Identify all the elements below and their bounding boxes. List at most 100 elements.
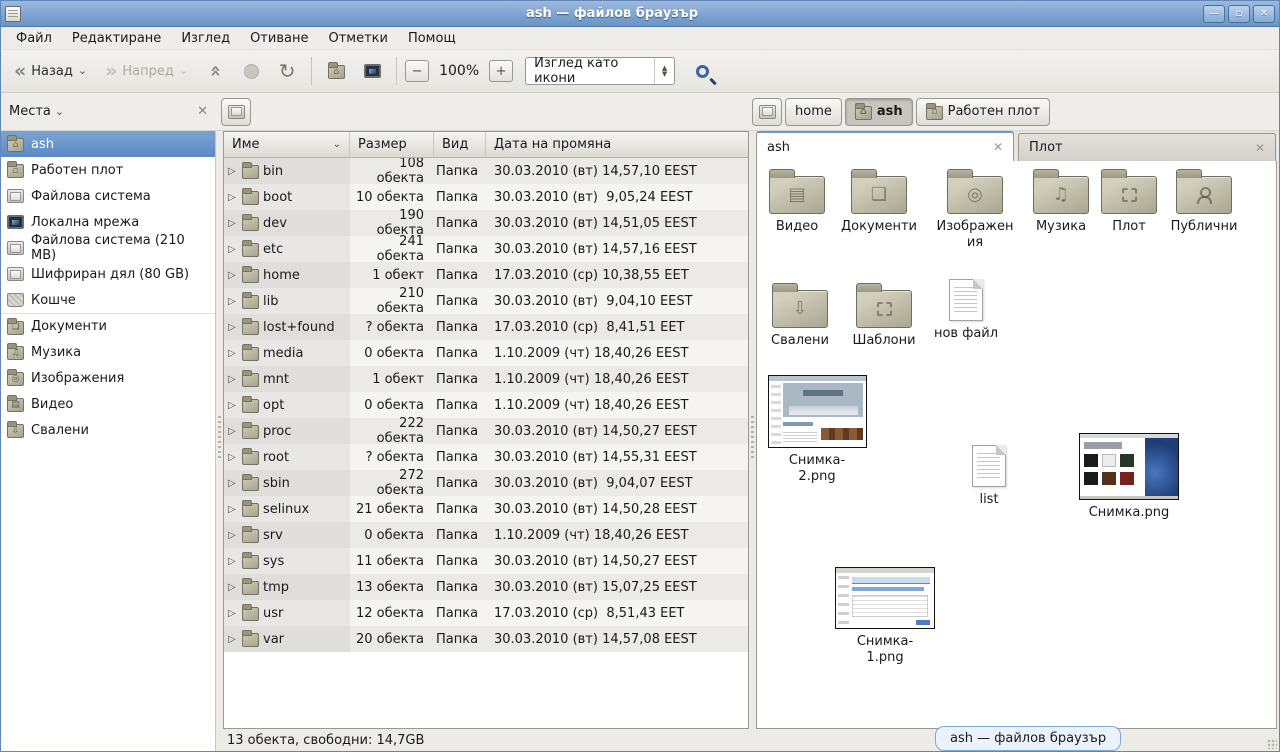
expander-icon[interactable]: ▷ bbox=[228, 530, 238, 541]
column-header-size[interactable]: Размер bbox=[350, 132, 434, 158]
table-row[interactable]: ▷ lost+found ? обекта Папка 17.03.2010 (… bbox=[224, 314, 748, 340]
folder-item-downloads[interactable]: ⇩ Свалени bbox=[760, 281, 840, 349]
expander-icon[interactable]: ▷ bbox=[228, 556, 238, 567]
expander-icon[interactable]: ▷ bbox=[228, 348, 238, 359]
table-row[interactable]: ▷ selinux 21 обекта Папка 30.03.2010 (вт… bbox=[224, 496, 748, 522]
column-header-date[interactable]: Дата на промяна bbox=[486, 132, 748, 158]
sidebar-item-музика[interactable]: ♫ Музика bbox=[1, 339, 215, 365]
tab-desktop[interactable]: Плот ✕ bbox=[1018, 133, 1276, 161]
sidebar-item-кошче[interactable]: Кошче bbox=[1, 287, 215, 313]
close-button[interactable]: ✕ bbox=[1253, 5, 1275, 23]
expander-icon[interactable]: ▷ bbox=[228, 270, 238, 281]
table-row[interactable]: ▷ opt 0 обекта Папка 1.10.2009 (чт) 18,4… bbox=[224, 392, 748, 418]
taskbar-window-button[interactable]: ash — файлов браузър bbox=[935, 726, 1121, 751]
crumb-home[interactable]: home bbox=[785, 98, 842, 126]
menu-help[interactable]: Помощ bbox=[399, 28, 465, 49]
menu-edit[interactable]: Редактиране bbox=[63, 28, 170, 49]
folder-item-documents[interactable]: ❏ Документи bbox=[835, 167, 923, 235]
sidebar-item-ash[interactable]: ⌂ ash bbox=[1, 131, 215, 157]
computer-button[interactable] bbox=[356, 55, 388, 87]
expander-icon[interactable]: ▷ bbox=[228, 582, 238, 593]
expander-icon[interactable]: ▷ bbox=[228, 426, 238, 437]
pane-splitter[interactable] bbox=[749, 131, 756, 729]
pane-splitter[interactable] bbox=[216, 131, 223, 751]
expander-icon[interactable]: ▷ bbox=[228, 608, 238, 619]
expander-icon[interactable]: ▷ bbox=[228, 634, 238, 645]
sidebar-item-изображения[interactable]: ◎ Изображения bbox=[1, 365, 215, 391]
reload-button[interactable]: ↻ bbox=[271, 55, 303, 87]
back-button[interactable]: « Назад ⌄ bbox=[7, 60, 94, 83]
image-item-snimka2[interactable]: Снимка-2.png bbox=[767, 375, 867, 486]
table-row[interactable]: ▷ home 1 обект Папка 17.03.2010 (ср) 10,… bbox=[224, 262, 748, 288]
sidebar-title-caret-icon[interactable]: ⌄ bbox=[55, 105, 64, 118]
folder-item-templates[interactable]: Шаблони bbox=[844, 281, 924, 349]
sidebar-item-видео[interactable]: ▤ Видео bbox=[1, 391, 215, 417]
folder-item-pictures[interactable]: ◎ Изображения bbox=[933, 167, 1017, 252]
table-row[interactable]: ▷ lib 210 обекта Папка 30.03.2010 (вт) 9… bbox=[224, 288, 748, 314]
table-row[interactable]: ▷ sys 11 обекта Папка 30.03.2010 (вт) 14… bbox=[224, 548, 748, 574]
titlebar[interactable]: ash — файлов браузър — ▫ ✕ bbox=[1, 1, 1279, 27]
tab-close-icon[interactable]: ✕ bbox=[1255, 141, 1265, 155]
expander-icon[interactable]: ▷ bbox=[228, 322, 238, 333]
image-item-snimka[interactable]: Снимка.png bbox=[1077, 433, 1181, 521]
tab-close-icon[interactable]: ✕ bbox=[993, 140, 1003, 154]
search-button[interactable] bbox=[685, 55, 719, 87]
view-mode-select[interactable]: Изглед като икони ▲▼ bbox=[525, 57, 675, 85]
stop-button[interactable] bbox=[235, 55, 267, 87]
table-row[interactable]: ▷ proc 222 обекта Папка 30.03.2010 (вт) … bbox=[224, 418, 748, 444]
expander-icon[interactable]: ▷ bbox=[228, 400, 238, 411]
sidebar-item-файлова-система-210-mb-[interactable]: Файлова система (210 MB) bbox=[1, 235, 215, 261]
column-header-type[interactable]: Вид bbox=[434, 132, 486, 158]
folder-item-desktop[interactable]: Плот bbox=[1089, 167, 1169, 235]
zoom-in-button[interactable]: + bbox=[489, 60, 513, 82]
table-row[interactable]: ▷ mnt 1 обект Папка 1.10.2009 (чт) 18,40… bbox=[224, 366, 748, 392]
sidebar-item-свалени[interactable]: ⇩ Свалени bbox=[1, 417, 215, 443]
table-row[interactable]: ▷ root ? обекта Папка 30.03.2010 (вт) 14… bbox=[224, 444, 748, 470]
table-row[interactable]: ▷ etc 241 обекта Папка 30.03.2010 (вт) 1… bbox=[224, 236, 748, 262]
sidebar-title[interactable]: Места bbox=[9, 104, 51, 119]
expander-icon[interactable]: ▷ bbox=[228, 452, 238, 463]
file-item-list[interactable]: list bbox=[949, 445, 1029, 508]
sidebar-item-файлова-система[interactable]: Файлова система bbox=[1, 183, 215, 209]
image-item-snimka1[interactable]: Снимка-1.png bbox=[833, 567, 937, 667]
root-drive-crumb[interactable] bbox=[221, 98, 251, 126]
file-item-new-file[interactable]: нов файл bbox=[926, 279, 1006, 342]
expander-icon[interactable]: ▷ bbox=[228, 374, 238, 385]
table-row[interactable]: ▷ sbin 272 обекта Папка 30.03.2010 (вт) … bbox=[224, 470, 748, 496]
forward-button[interactable]: » Напред ⌄ bbox=[98, 60, 195, 83]
sidebar-item-документи[interactable]: ❏ Документи bbox=[1, 313, 215, 339]
resize-grip[interactable] bbox=[1267, 739, 1277, 749]
expander-icon[interactable]: ▷ bbox=[228, 244, 238, 255]
menu-file[interactable]: Файл bbox=[7, 28, 61, 49]
sidebar-close-icon[interactable]: ✕ bbox=[197, 104, 208, 119]
crumb-ash[interactable]: ⌂ ash bbox=[845, 98, 913, 126]
sidebar-item-шифриран-дял-80-gb-[interactable]: Шифриран дял (80 GB) bbox=[1, 261, 215, 287]
table-row[interactable]: ▷ bin 108 обекта Папка 30.03.2010 (вт) 1… bbox=[224, 158, 748, 184]
menu-go[interactable]: Отиване bbox=[241, 28, 317, 49]
column-header-name[interactable]: Име ⌄ bbox=[224, 132, 350, 158]
expander-icon[interactable]: ▷ bbox=[228, 504, 238, 515]
expander-icon[interactable]: ▷ bbox=[228, 218, 238, 229]
expander-icon[interactable]: ▷ bbox=[228, 192, 238, 203]
home-button[interactable]: ⌂ bbox=[320, 55, 352, 87]
folder-item-videos[interactable]: ▤ Видео bbox=[757, 167, 837, 235]
table-row[interactable]: ▷ tmp 13 обекта Папка 30.03.2010 (вт) 15… bbox=[224, 574, 748, 600]
expander-icon[interactable]: ▷ bbox=[228, 166, 238, 177]
menu-bookmarks[interactable]: Отметки bbox=[319, 28, 396, 49]
sidebar-item-работен-плот[interactable]: ▫ Работен плот bbox=[1, 157, 215, 183]
minimize-button[interactable]: — bbox=[1203, 5, 1225, 23]
menu-view[interactable]: Изглед bbox=[172, 28, 239, 49]
table-row[interactable]: ▷ usr 12 обекта Папка 17.03.2010 (ср) 8,… bbox=[224, 600, 748, 626]
table-row[interactable]: ▷ boot 10 обекта Папка 30.03.2010 (вт) 9… bbox=[224, 184, 748, 210]
up-button[interactable]: » bbox=[199, 55, 231, 87]
table-row[interactable]: ▷ dev 190 обекта Папка 30.03.2010 (вт) 1… bbox=[224, 210, 748, 236]
root-drive-crumb[interactable] bbox=[752, 98, 782, 126]
maximize-button[interactable]: ▫ bbox=[1228, 5, 1250, 23]
folder-item-public[interactable]: Публични bbox=[1162, 167, 1246, 235]
back-history-dropdown[interactable]: ⌄ bbox=[78, 66, 87, 76]
table-row[interactable]: ▷ var 20 обекта Папка 30.03.2010 (вт) 14… bbox=[224, 626, 748, 652]
table-row[interactable]: ▷ srv 0 обекта Папка 1.10.2009 (чт) 18,4… bbox=[224, 522, 748, 548]
icon-canvas[interactable]: ▤ Видео ❏ Документи ◎ Изображения ♫ bbox=[756, 161, 1277, 729]
tab-ash[interactable]: ash ✕ bbox=[756, 131, 1014, 161]
crumb-desktop[interactable]: ▫ Работен плот bbox=[916, 98, 1050, 126]
